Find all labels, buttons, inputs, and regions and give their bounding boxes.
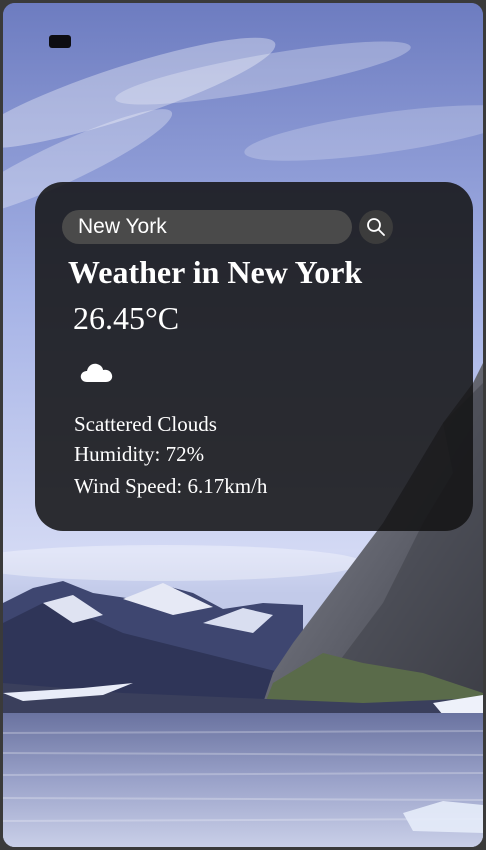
search-input[interactable]	[62, 210, 352, 244]
wind-speed: Wind Speed: 6.17km/h	[74, 474, 268, 498]
weather-card: Weather in New York 26.45°C Scattered Cl…	[35, 182, 473, 531]
cloud-icon	[80, 363, 113, 382]
humidity: Humidity: 72%	[74, 442, 205, 466]
weather-title: Weather in New York	[68, 254, 363, 290]
app-window: Weather in New York 26.45°C Scattered Cl…	[3, 3, 483, 847]
temperature: 26.45°C	[73, 300, 180, 336]
search-icon	[367, 218, 385, 236]
menu-icon[interactable]	[49, 35, 71, 48]
weather-description: Scattered Clouds	[74, 412, 217, 436]
search-button[interactable]	[359, 210, 393, 244]
